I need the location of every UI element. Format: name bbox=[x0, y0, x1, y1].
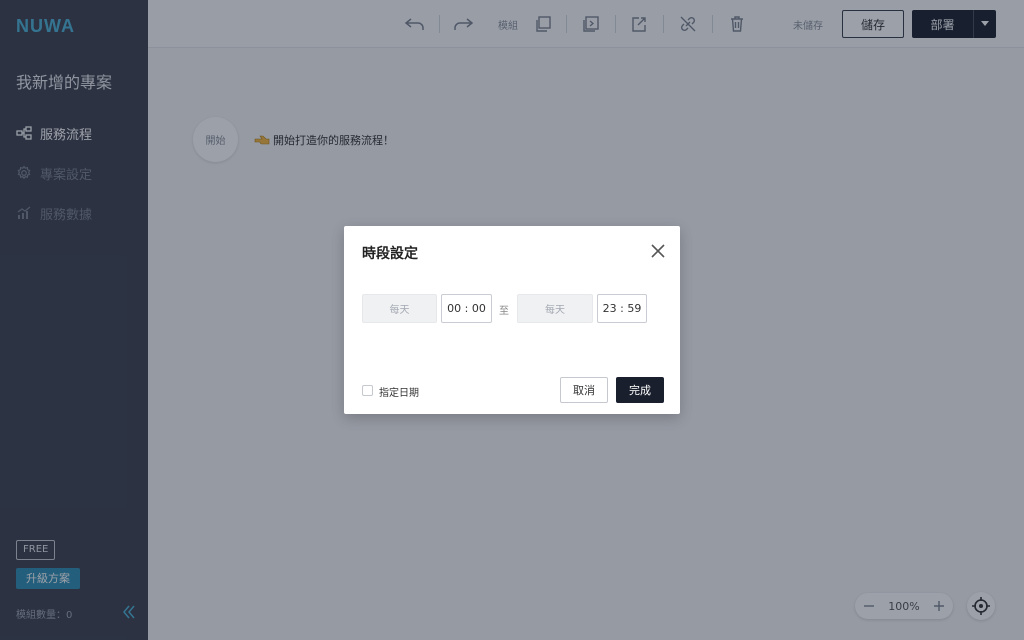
cancel-button[interactable]: 取消 bbox=[560, 377, 608, 403]
specify-date-label: 指定日期 bbox=[379, 388, 419, 399]
end-time-input[interactable]: 23 : 59 bbox=[597, 294, 647, 323]
done-button[interactable]: 完成 bbox=[616, 377, 664, 403]
time-period-modal: 時段設定 每天 00 : 00 至 每天 23 : 59 指定日期 取消 完成 bbox=[344, 226, 680, 414]
start-time-input[interactable]: 00 : 00 bbox=[441, 294, 492, 323]
start-day-select: 每天 bbox=[362, 294, 437, 323]
close-icon[interactable] bbox=[650, 243, 666, 259]
to-label: 至 bbox=[499, 306, 509, 317]
end-day-select: 每天 bbox=[517, 294, 593, 323]
modal-title: 時段設定 bbox=[362, 246, 418, 262]
specify-date-checkbox[interactable] bbox=[362, 385, 373, 396]
